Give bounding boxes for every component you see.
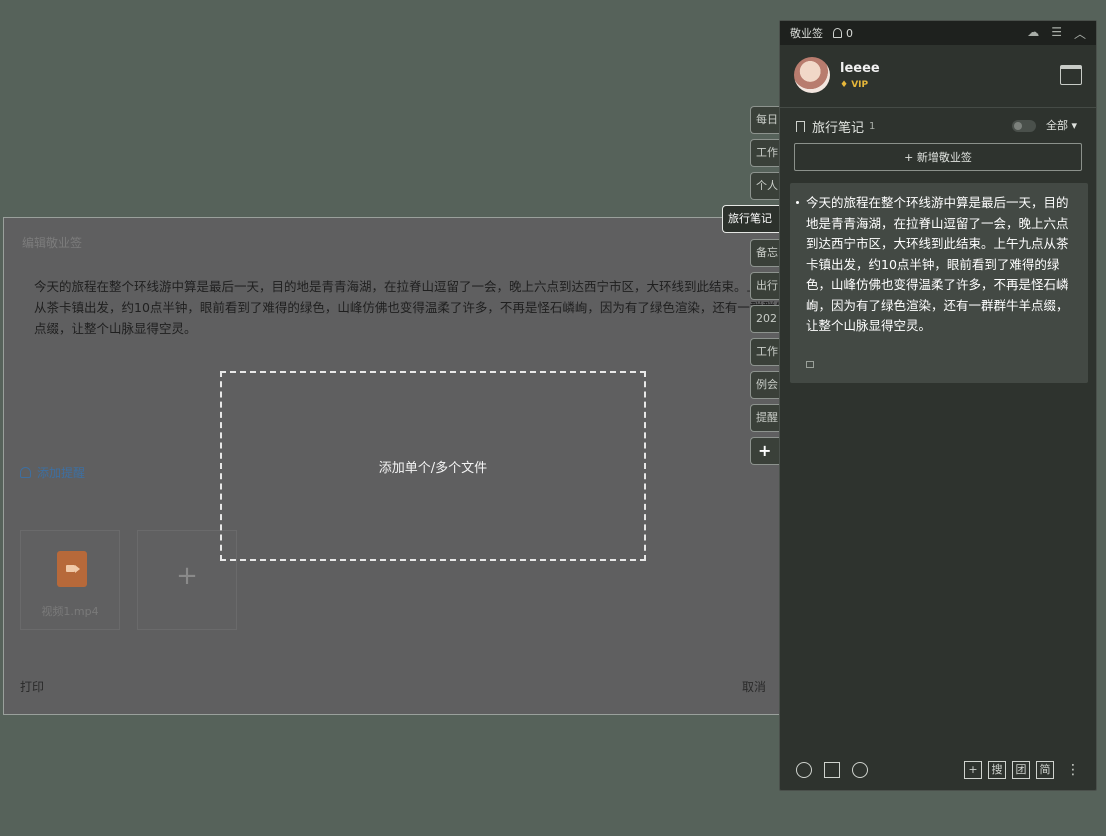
editor-title: 编辑敬业签: [22, 236, 83, 250]
team-icon[interactable]: 团: [1012, 761, 1030, 779]
clock-icon[interactable]: [796, 762, 812, 778]
note-text: 今天的旅程在整个环线游中算是最后一天，目的地是青青海湖，在拉脊山逗留了一会，晚上…: [806, 195, 1069, 333]
vip-label: VIP: [851, 79, 869, 90]
checklist-icon[interactable]: [824, 762, 840, 778]
filter-dropdown[interactable]: 全部 ▾: [1046, 117, 1077, 133]
add-reminder-link[interactable]: 添加提醒: [20, 464, 85, 481]
tab-travel-notes[interactable]: 旅行笔记: [722, 205, 782, 233]
add-reminder-label: 添加提醒: [37, 466, 86, 480]
search-box-icon[interactable]: 搜: [988, 761, 1006, 779]
file-drop-zone[interactable]: 添加单个/多个文件: [220, 371, 646, 561]
calendar-icon[interactable]: [1060, 65, 1082, 85]
more-icon[interactable]: ⋮: [1066, 762, 1080, 778]
bookmark-icon: [796, 121, 805, 132]
note-card[interactable]: 今天的旅程在整个环线游中算是最后一天，目的地是青青海湖，在拉脊山逗留了一会，晚上…: [790, 183, 1088, 383]
category-name: 旅行笔记: [812, 121, 865, 136]
bell-icon: [20, 467, 31, 478]
search-icon[interactable]: [852, 762, 868, 778]
toggle-switch[interactable]: [1012, 120, 1036, 132]
notification-count: 0: [846, 26, 853, 40]
print-button[interactable]: 打印: [20, 678, 44, 695]
bullet-icon: [796, 201, 799, 204]
editor-body-text[interactable]: 今天的旅程在整个环线游中算是最后一天，目的地是青青海湖，在拉脊山逗留了一会，晚上…: [34, 276, 804, 339]
notification-bell-icon[interactable]: [833, 28, 842, 38]
cancel-button[interactable]: 取消: [742, 678, 766, 695]
add-icon[interactable]: +: [964, 761, 982, 779]
menu-icon[interactable]: ☰: [1051, 25, 1062, 42]
category-count: 1: [869, 121, 876, 132]
user-info[interactable]: leeee ♦ VIP: [794, 57, 880, 93]
attachment-name: 视频1.mp4: [41, 605, 99, 618]
video-file-icon: [57, 551, 87, 587]
attachment-video[interactable]: 视频1.mp4: [20, 530, 120, 630]
category-header: 旅行笔记 1: [796, 117, 875, 136]
drop-zone-label: 添加单个/多个文件: [378, 460, 488, 476]
simplified-icon[interactable]: 简: [1036, 761, 1054, 779]
lock-icon[interactable]: [806, 361, 814, 368]
cloud-icon[interactable]: ☁: [1027, 25, 1039, 42]
plus-icon: +: [176, 561, 198, 591]
avatar[interactable]: [794, 57, 830, 93]
username: leeee: [840, 60, 880, 76]
collapse-icon[interactable]: ︿: [1074, 25, 1086, 42]
notes-panel: 敬业签 0 ☁ ☰ ︿ leeee ♦ VIP 旅行笔记 1 全部 ▾ + 新增…: [779, 20, 1097, 791]
vip-badge: ♦ VIP: [840, 79, 869, 90]
panel-titlebar: 敬业签 0 ☁ ☰ ︿: [780, 21, 1096, 45]
app-name: 敬业签: [790, 27, 823, 40]
divider: [780, 107, 1096, 108]
new-note-button[interactable]: + 新增敬业签: [794, 143, 1082, 171]
panel-bottom-toolbar: + 搜 团 简 ⋮: [780, 750, 1096, 790]
